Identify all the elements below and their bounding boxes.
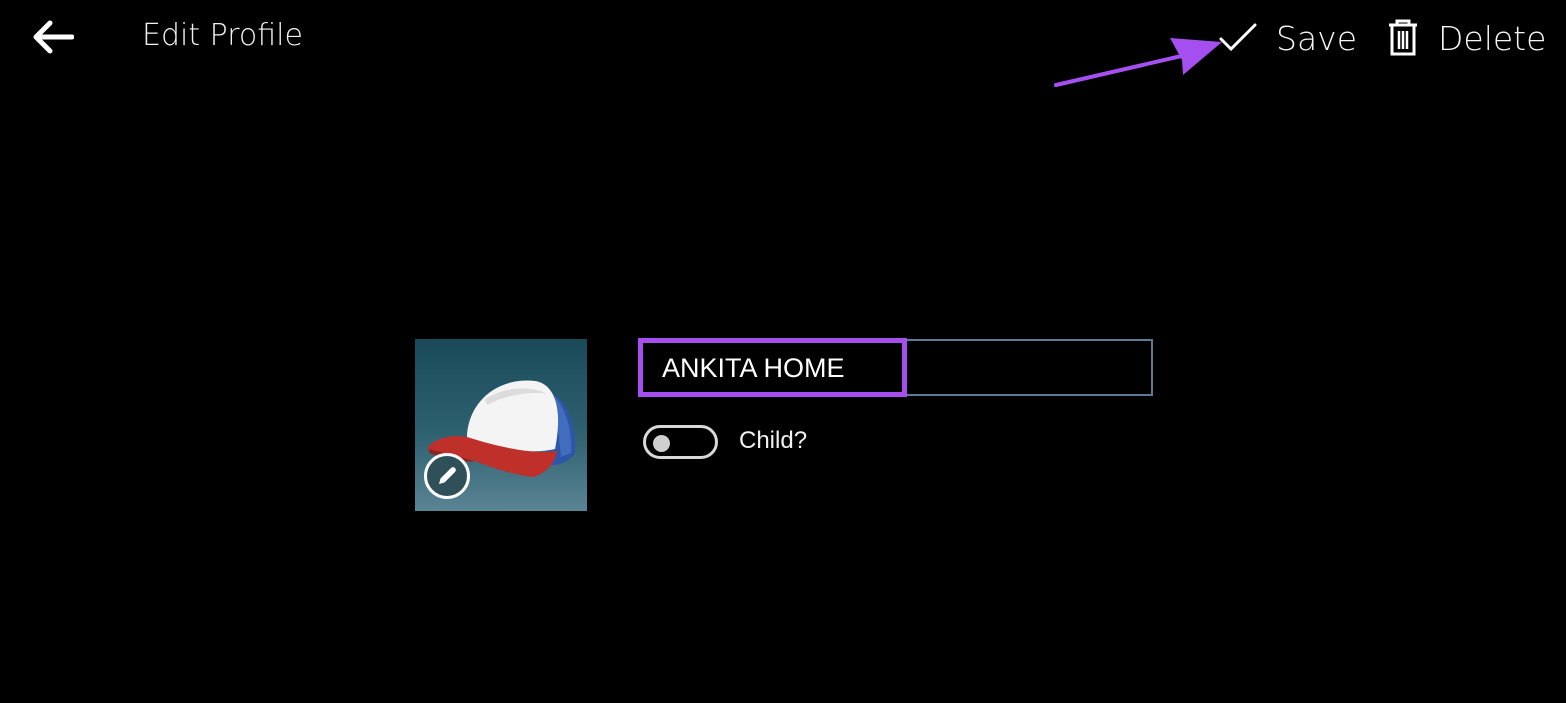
- delete-label: Delete: [1438, 18, 1547, 58]
- delete-button[interactable]: Delete: [1386, 14, 1546, 62]
- page-title: Edit Profile: [142, 18, 303, 53]
- profile-avatar[interactable]: [415, 339, 587, 511]
- toggle-knob: [653, 435, 670, 452]
- profile-name-input[interactable]: [660, 347, 1144, 389]
- edit-profile-page: Edit Profile Save Delete ANKITA HOME Chi…: [0, 0, 1566, 703]
- edit-avatar-button[interactable]: [424, 453, 470, 499]
- checkmark-icon: [1219, 23, 1257, 52]
- back-button[interactable]: [28, 16, 76, 58]
- child-toggle-label: Child?: [739, 427, 808, 454]
- trash-icon: [1389, 19, 1417, 56]
- save-label: Save: [1276, 18, 1358, 58]
- save-button[interactable]: Save: [1218, 14, 1357, 62]
- pencil-icon: [439, 467, 456, 484]
- arrow-left-icon: [33, 20, 74, 54]
- annotation-arrow: [1054, 38, 1222, 87]
- child-toggle[interactable]: [643, 425, 718, 459]
